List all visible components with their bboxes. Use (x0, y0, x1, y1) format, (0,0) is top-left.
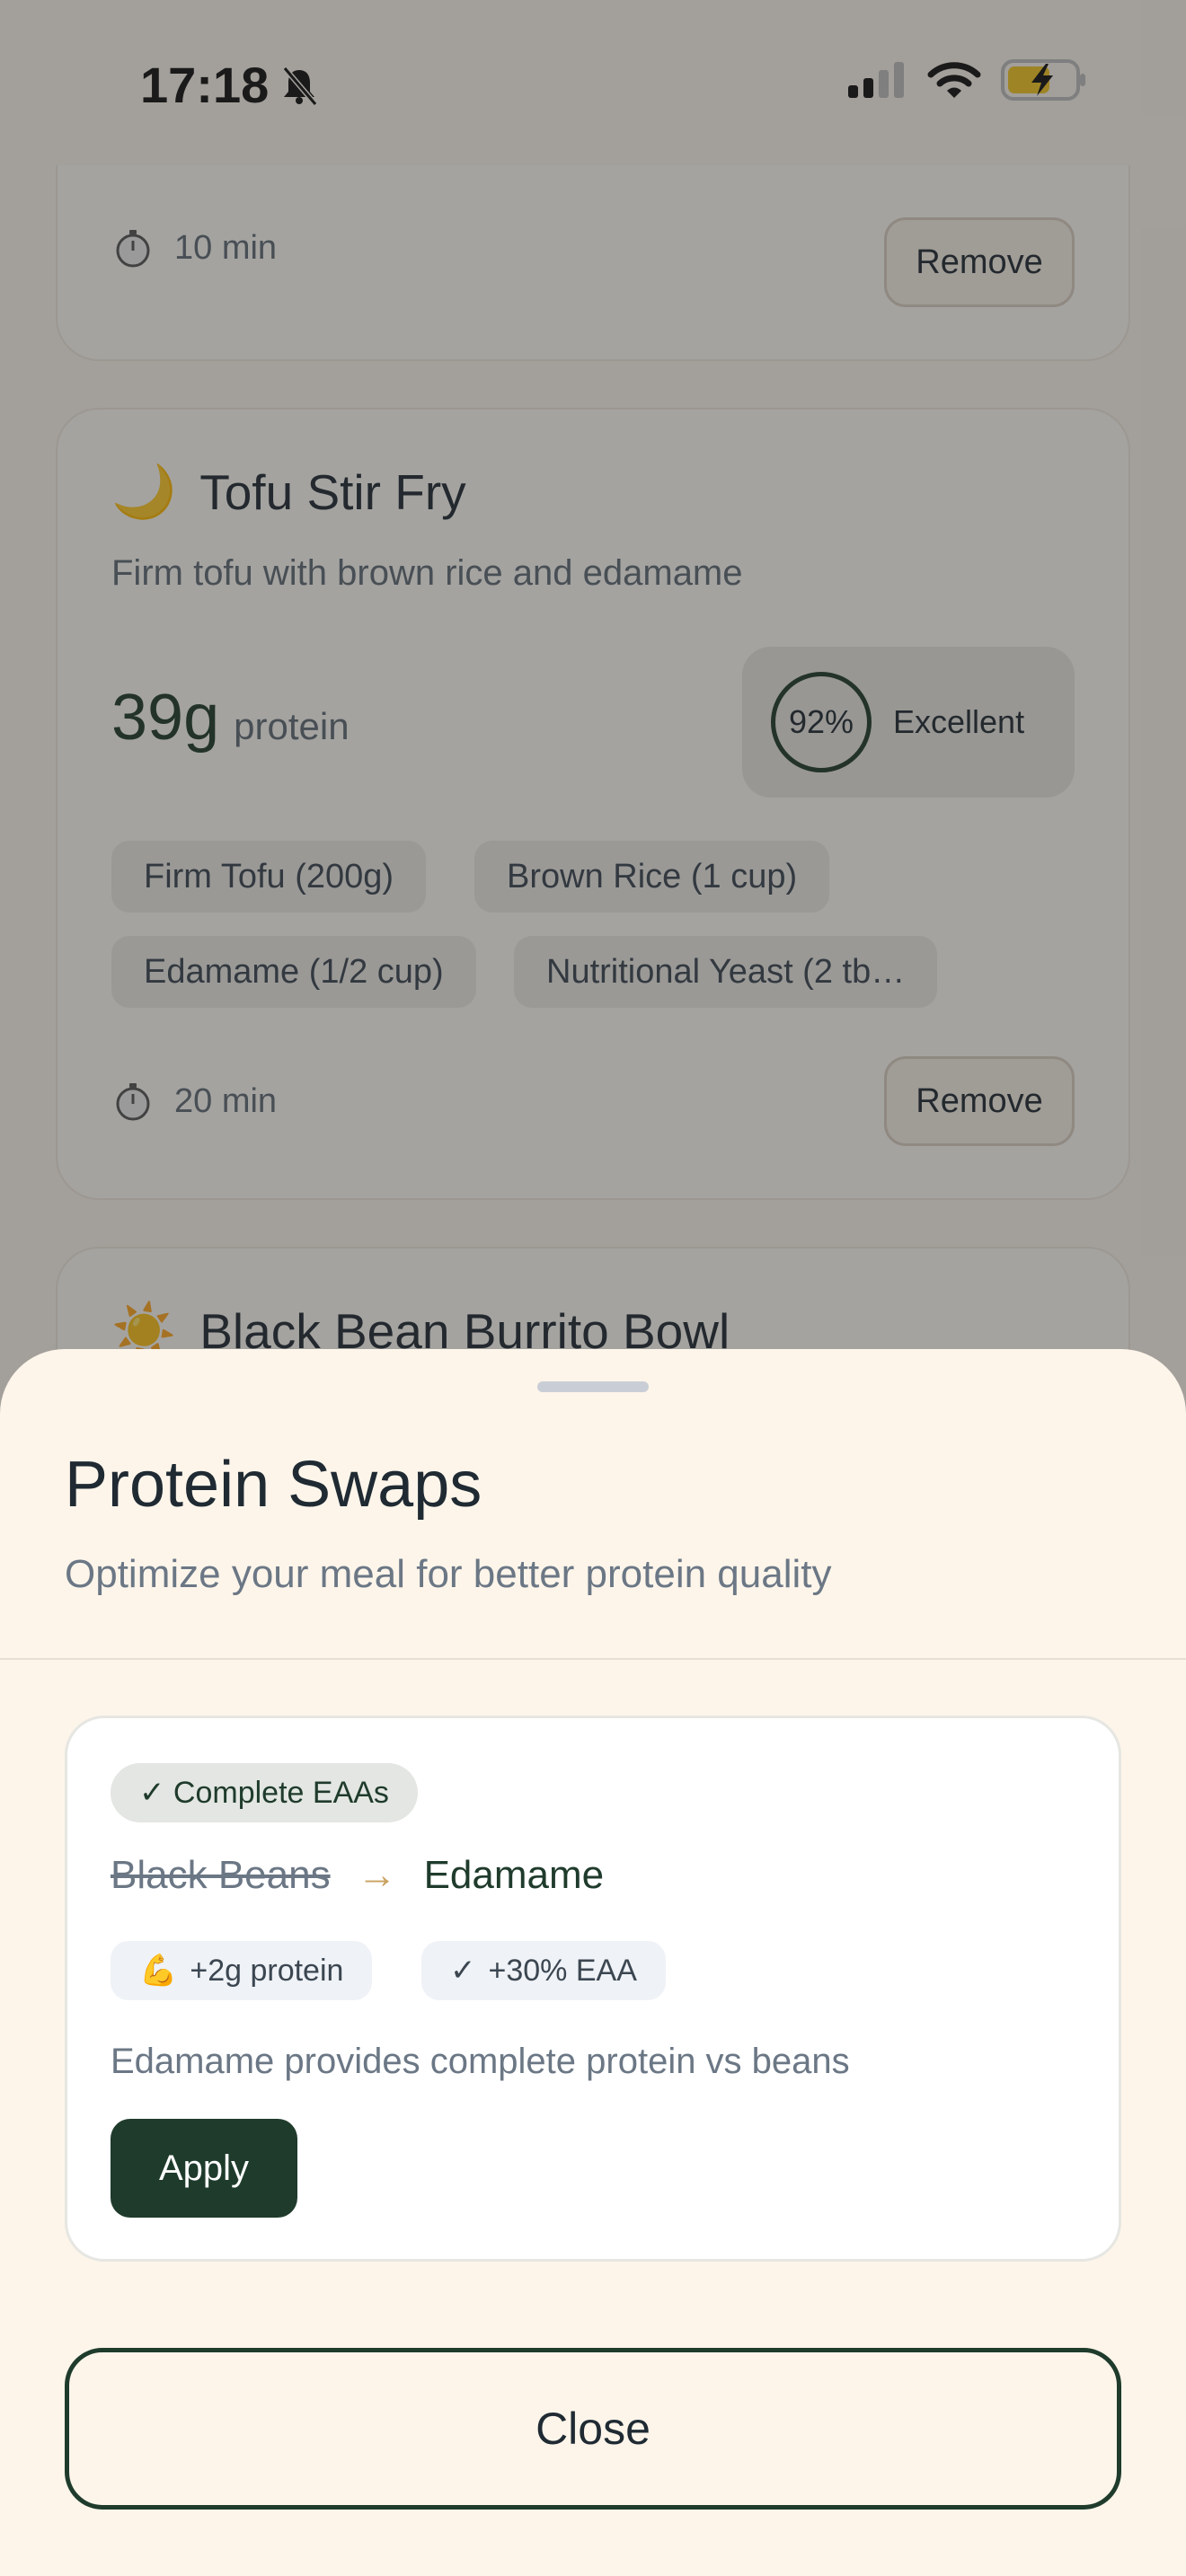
complete-eaa-badge: ✓ Complete EAAs (111, 1763, 418, 1822)
protein-gain-tag: 💪 +2g protein (111, 1941, 373, 2000)
eaa-gain-label: +30% EAA (488, 1953, 637, 1988)
checkmark-icon: ✓ (450, 1954, 476, 1988)
swap-from-ingredient: Black Beans (111, 1853, 331, 1897)
close-button[interactable]: Close (65, 2348, 1121, 2510)
protein-gain-label: +2g protein (190, 1953, 344, 1988)
eaa-gain-tag: ✓ +30% EAA (421, 1941, 666, 2000)
swap-to-ingredient: Edamame (423, 1853, 605, 1897)
divider (0, 1658, 1186, 1660)
flexed-biceps-icon: 💪 (139, 1954, 178, 1988)
protein-swaps-sheet: Protein Swaps Optimize your meal for bet… (0, 1349, 1186, 2576)
swap-row: Black Beans → Edamame (111, 1853, 604, 1898)
sheet-title: Protein Swaps (65, 1449, 482, 1521)
apply-button[interactable]: Apply (111, 2119, 297, 2218)
arrow-right-icon: → (357, 1853, 397, 1897)
sheet-grabber[interactable] (537, 1381, 649, 1392)
swap-suggestion-card: ✓ Complete EAAs Black Beans → Edamame 💪 … (65, 1716, 1121, 2262)
sheet-subtitle: Optimize your meal for better protein qu… (65, 1552, 832, 1596)
swap-explanation: Edamame provides complete protein vs bea… (111, 2042, 850, 2081)
